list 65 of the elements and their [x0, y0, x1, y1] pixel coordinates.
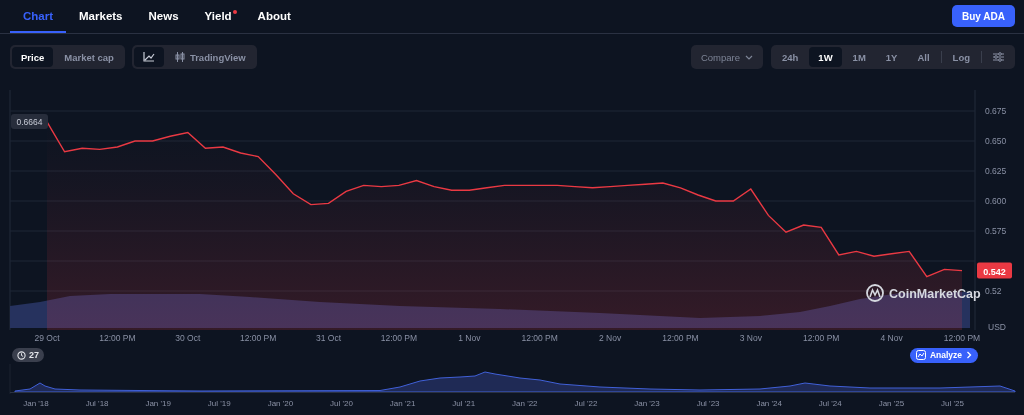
nav-tab[interactable]: About: [244, 0, 304, 33]
nav-tab[interactable]: Markets: [66, 0, 136, 33]
log-toggle[interactable]: Log: [943, 47, 979, 67]
timeline-label: Jul '20: [330, 399, 353, 408]
nav-tab[interactable]: Chart: [10, 0, 67, 33]
x-axis-label: 2 Nov: [598, 333, 622, 343]
x-axis-label: 12:00 PM: [662, 333, 699, 343]
y-axis-label: 0.52: [985, 286, 1002, 296]
timeline-label: Jul '24: [818, 399, 842, 408]
range-option[interactable]: All: [908, 47, 939, 67]
y-axis-label: 0.600: [985, 196, 1007, 206]
line-chart-icon[interactable]: [133, 47, 164, 67]
chevron-down-icon: [745, 54, 753, 60]
coinmarketcap-icon: [866, 284, 884, 302]
x-axis-label: 31 Oct: [316, 333, 342, 343]
nav-tab[interactable]: News: [135, 0, 192, 33]
start-price-label: 0.6664: [11, 114, 48, 129]
x-axis-label: 3 Nov: [739, 333, 762, 343]
timeline-label: Jan '19: [145, 399, 171, 408]
trend-chart-icon: [915, 350, 926, 360]
timeline-label: Jul '21: [452, 399, 476, 408]
metric-option[interactable]: Price: [12, 47, 54, 67]
chart-logo-text: CoinMarketCap: [889, 287, 981, 301]
analyze-button[interactable]: Analyze: [909, 347, 978, 363]
x-axis-label: 12:00 PM: [803, 333, 840, 343]
range-option[interactable]: 1M: [843, 47, 875, 67]
x-axis-label: 12:00 PM: [99, 333, 136, 343]
x-axis-label: 4 Nov: [880, 333, 903, 343]
metric-option[interactable]: Market cap: [55, 47, 123, 67]
timeline-label: Jul '18: [85, 399, 109, 408]
range-option[interactable]: 24h: [773, 47, 808, 67]
y-axis-label: 0.625: [985, 166, 1007, 176]
tradingview-option[interactable]: TradingView: [165, 47, 255, 67]
candlestick-icon: [174, 52, 185, 62]
timeline-label: Jan '20: [267, 399, 294, 408]
current-price-tag: 0.542: [977, 262, 1012, 279]
y-axis-label: 0.575: [985, 226, 1007, 236]
timeline-label: Jan '23: [634, 399, 660, 408]
timeline-label: Jan '22: [512, 399, 538, 408]
history-badge[interactable]: 27: [12, 348, 44, 362]
timeline-label: Jan '21: [389, 399, 416, 408]
timeline-label: Jan '25: [878, 399, 905, 408]
timeline-label: Jul '19: [207, 399, 231, 408]
y-axis-label: 0.675: [985, 106, 1007, 116]
buy-button[interactable]: Buy ADA: [952, 5, 1015, 27]
history-count: 27: [29, 350, 39, 360]
history-icon: [17, 350, 26, 360]
range-option[interactable]: 1Y: [876, 47, 907, 67]
x-axis-label: 12:00 PM: [521, 333, 558, 343]
timeline-label: Jul '23: [696, 399, 720, 408]
x-axis-label: 12:00 PM: [239, 333, 277, 343]
range-option[interactable]: 1W: [809, 47, 842, 67]
x-axis-label: 30 Oct: [175, 333, 201, 343]
timeline-label: Jan '24: [756, 399, 782, 408]
nav-tab[interactable]: Yield: [191, 0, 245, 33]
x-axis-label: 12:00 PM: [943, 333, 981, 343]
timeline-label: Jul '22: [574, 399, 598, 408]
x-axis-label: 29 Oct: [34, 333, 60, 343]
timeline-label: Jan '18: [23, 399, 49, 408]
x-axis-label: 12:00 PM: [380, 333, 418, 343]
timeline-label: Jul '25: [941, 399, 964, 408]
currency-label: USD: [988, 322, 1006, 332]
chevron-right-icon: [966, 351, 972, 359]
x-axis-label: 1 Nov: [458, 333, 481, 343]
y-axis-label: 0.650: [985, 136, 1007, 146]
